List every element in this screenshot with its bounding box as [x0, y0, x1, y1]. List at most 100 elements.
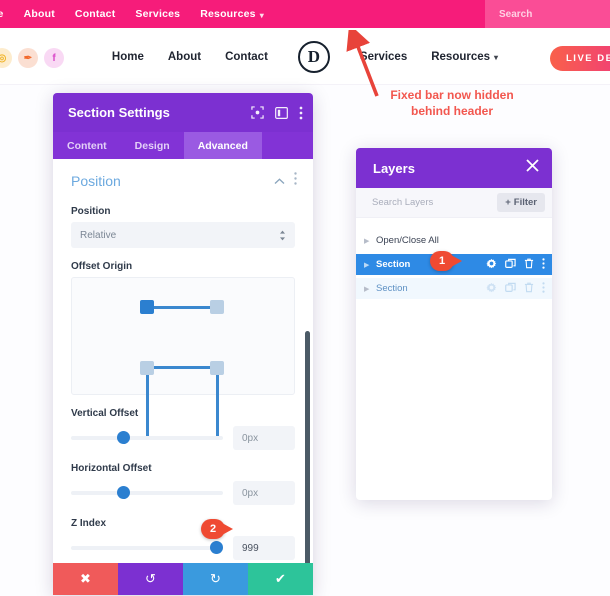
layer-name: Open/Close All	[376, 235, 439, 246]
stepper-arrows-icon	[279, 230, 286, 241]
search-placeholder: Search	[499, 8, 533, 20]
origin-line-right	[216, 366, 219, 436]
tab-content[interactable]: Content	[53, 132, 121, 159]
position-section-header[interactable]: Position	[53, 159, 313, 193]
fixed-top-bar: me About Contact Services Resources ▾ Se…	[0, 0, 610, 28]
callout-bubble-2: 2	[201, 519, 233, 539]
vertical-offset-input[interactable]: 0px	[233, 426, 295, 450]
z-index-knob[interactable]	[210, 541, 223, 554]
settings-panel-header: Section Settings	[53, 93, 313, 132]
layer-name: Section	[376, 283, 408, 294]
horizontal-offset-input[interactable]: 0px	[233, 481, 295, 505]
nav-label: Home	[111, 50, 144, 63]
chevron-up-icon[interactable]	[274, 172, 285, 190]
fixed-nav-item-resources[interactable]: Resources ▾	[200, 8, 264, 20]
chevron-right-icon[interactable]: ▶	[364, 285, 376, 293]
horizontal-offset-label: Horizontal Offset	[71, 463, 152, 474]
delete-icon[interactable]	[524, 256, 534, 274]
undo-button[interactable]: ↺	[118, 563, 183, 595]
filter-button[interactable]: + Filter	[497, 193, 545, 212]
fixed-nav-item-services[interactable]: Services	[135, 8, 180, 20]
chevron-down-icon: ▾	[494, 53, 499, 62]
origin-handle-top-right[interactable]	[210, 300, 224, 314]
save-button[interactable]: ✔	[248, 563, 313, 595]
offset-origin-field: Offset Origin	[53, 261, 313, 436]
cancel-button[interactable]: ✖	[53, 563, 118, 595]
redo-button[interactable]: ↻	[183, 563, 248, 595]
nav-item-contact[interactable]: Contact	[225, 51, 268, 63]
more-options-icon[interactable]	[542, 280, 545, 298]
z-index-slider[interactable]	[71, 541, 223, 554]
more-options-icon[interactable]	[542, 256, 545, 274]
origin-handle-bottom-left[interactable]	[140, 361, 154, 375]
callout-number: 1	[438, 255, 446, 267]
site-logo[interactable]: D	[297, 40, 330, 73]
layers-search-row: Search Layers + Filter	[356, 188, 552, 218]
duplicate-icon[interactable]	[505, 280, 516, 298]
fixed-nav-item-about[interactable]: About	[24, 8, 55, 20]
more-options-icon[interactable]	[299, 106, 303, 120]
nav-item-home[interactable]: Home	[112, 51, 144, 63]
nav-item-resources[interactable]: Resources ▾	[431, 51, 498, 63]
fixed-nav-item-home[interactable]: me	[0, 8, 4, 20]
section-settings-panel: Section Settings Content Design Advanced…	[53, 93, 313, 595]
z-index-input[interactable]: 999	[233, 536, 295, 560]
horizontal-offset-value: 0px	[242, 487, 259, 499]
origin-handle-top-left[interactable]	[140, 300, 154, 314]
fixed-nav-label: me	[0, 8, 4, 20]
split-view-icon[interactable]	[275, 106, 288, 119]
horizontal-offset-slider[interactable]	[71, 486, 223, 499]
callout-bubble-1: 1	[430, 251, 462, 271]
vertical-offset-slider[interactable]	[71, 431, 223, 444]
position-value: Relative	[80, 229, 117, 241]
layers-search-input[interactable]: Search Layers	[372, 197, 497, 208]
panel-title: Section Settings	[68, 105, 170, 120]
chevron-right-icon[interactable]: ▶	[364, 237, 376, 245]
more-options-icon[interactable]	[294, 172, 297, 190]
delete-icon[interactable]	[524, 280, 534, 298]
z-index-label: Z Index	[71, 518, 107, 529]
close-icon[interactable]	[526, 159, 539, 177]
origin-line-top	[146, 306, 219, 309]
vertical-offset-knob[interactable]	[116, 431, 130, 444]
nav-label: About	[167, 50, 202, 63]
fixed-bar-search-field[interactable]: Search	[485, 0, 610, 28]
settings-gear-icon[interactable]	[486, 256, 497, 274]
vertical-offset-value: 0px	[242, 432, 259, 444]
layer-row-actions	[486, 280, 545, 298]
vertical-offset-field: Vertical Offset 0px	[53, 408, 313, 450]
horizontal-offset-knob[interactable]	[116, 486, 130, 499]
nav-label: Resources	[431, 50, 491, 63]
fixed-nav-label: About	[23, 8, 55, 20]
fixed-nav-label: Resources	[200, 8, 256, 20]
expand-icon[interactable]	[251, 106, 264, 119]
settings-scrollbar[interactable]	[305, 331, 310, 563]
offset-origin-picker[interactable]	[71, 277, 295, 436]
layers-panel: Layers Search Layers + Filter ▶ Open/Clo…	[356, 148, 552, 500]
tab-design[interactable]: Design	[121, 132, 184, 159]
fixed-nav-label: Services	[135, 8, 181, 20]
chevron-down-icon: ▾	[259, 10, 264, 20]
live-demo-button[interactable]: LIVE DE	[550, 46, 610, 71]
app-root: me About Contact Services Resources ▾ Se…	[0, 0, 610, 596]
tab-advanced[interactable]: Advanced	[183, 132, 262, 159]
filter-label: Filter	[513, 197, 537, 208]
chevron-right-icon[interactable]: ▶	[364, 261, 376, 269]
origin-handle-bottom-right[interactable]	[210, 361, 224, 375]
settings-gear-icon[interactable]	[486, 280, 497, 298]
vertical-offset-label: Vertical Offset	[71, 408, 139, 419]
layer-row-actions	[486, 256, 545, 274]
logo-letter: D	[307, 46, 321, 66]
layer-row-open-close-all[interactable]: ▶ Open/Close All	[356, 230, 552, 251]
origin-line-bottom	[146, 366, 219, 369]
position-select[interactable]: Relative	[71, 222, 295, 248]
origin-line-left	[146, 366, 149, 436]
duplicate-icon[interactable]	[505, 256, 516, 274]
nav-item-about[interactable]: About	[168, 51, 201, 63]
layer-row-section-2[interactable]: ▶ Section	[356, 278, 552, 299]
horizontal-offset-field: Horizontal Offset 0px	[53, 463, 313, 505]
fixed-nav-item-contact[interactable]: Contact	[75, 8, 115, 20]
annotation-line-1: Fixed bar now hidden	[390, 88, 514, 102]
settings-tabs: Content Design Advanced	[53, 132, 313, 159]
settings-footer-actions: ✖ ↺ ↻ ✔	[53, 563, 313, 595]
